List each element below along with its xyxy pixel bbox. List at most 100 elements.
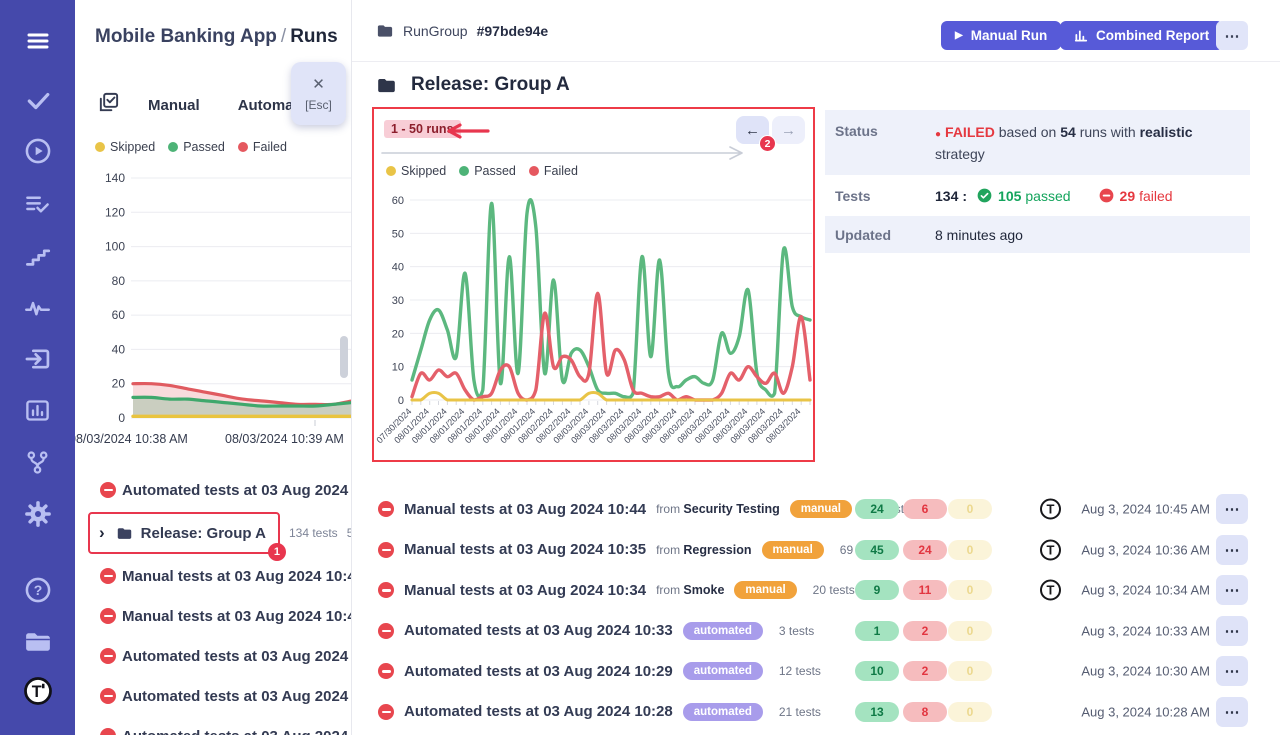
test-count: 12 tests [779,664,821,678]
row-more-button[interactable]: ⋯ [1216,697,1248,727]
run-title[interactable]: Automated tests at 03 Aug 2024 10 [122,688,352,705]
test-count: 3 tests [779,624,814,638]
manual-run-button[interactable]: ▶ Manual Run [941,21,1061,50]
passed-count-pill: 13 [855,702,899,722]
run-title[interactable]: Manual tests at 03 Aug 2024 10:35 [404,541,646,558]
close-icon[interactable]: ✕ [312,75,325,93]
run-title[interactable]: Automated tests at 03 Aug 2024 10 [122,648,352,665]
main-chart-legend: Skipped Passed Failed [386,164,578,178]
testomat-logo-icon: T [1040,580,1061,601]
project-name[interactable]: Mobile Banking App [95,26,277,47]
folder-icon [116,525,133,542]
row-more-button[interactable]: ⋯ [1216,616,1248,646]
annotation-box-1: › Release: Group A 1 [88,512,280,554]
tests-label: Tests [825,188,935,204]
passed-legend-dot [168,142,178,152]
group-runs-count: 54 r [347,526,352,540]
svg-text:20: 20 [392,328,404,340]
skipped-count-pill: 0 [948,621,992,641]
left-run-item[interactable]: Automated tests at 03 Aug 2024 10 [75,676,352,716]
folder-icon [376,22,394,40]
run-type-badge: automated [683,703,763,721]
testomat-logo-icon: T [1040,499,1061,520]
header-more-button[interactable]: ⋯ [1216,21,1248,50]
run-title[interactable]: Automated tests at 03 Aug 2024 10 [122,728,352,735]
run-timestamp: Aug 3, 2024 10:30 AM [1081,664,1210,679]
folder-icon[interactable] [23,627,53,657]
failed-count-pill: 2 [903,661,947,681]
left-panel-scrollbar[interactable] [340,336,348,378]
run-timestamp: Aug 3, 2024 10:33 AM [1081,623,1210,638]
run-title[interactable]: Automated tests at 03 Aug 2024 10:28 [404,703,673,720]
failed-status-icon [100,482,116,498]
run-timestamp: Aug 3, 2024 10:36 AM [1081,542,1210,557]
run-row[interactable]: Automated tests at 03 Aug 2024 10:29 aut… [372,651,1280,692]
svg-text:08/03/2024 10:39 AM: 08/03/2024 10:39 AM [225,432,344,446]
runs-tabs: Manual Automated [97,90,316,120]
legend-failed-label: Failed [544,164,578,178]
logo-icon[interactable]: T [23,676,53,706]
run-group-title[interactable]: Release: Group A [141,525,266,542]
row-more-button[interactable]: ⋯ [1216,575,1248,605]
steps-icon[interactable] [23,241,53,271]
passed-count-pill: 9 [855,580,899,600]
activity-icon[interactable] [23,292,53,322]
failed-minus-icon [1099,188,1114,203]
run-title[interactable]: Automated tests at 03 Aug 2024 10:33 [404,622,673,639]
menu-icon[interactable] [23,26,53,56]
next-page-button[interactable]: → [772,116,805,144]
run-title[interactable]: Automated tests at 03 Aug 2024 10:29 [404,663,673,680]
bar-chart-icon[interactable] [23,395,53,425]
updated-value: 8 minutes ago [935,227,1240,243]
left-run-group-release[interactable]: › Release: Group A 1 134 tests 54 r [75,510,352,556]
gear-icon[interactable] [23,499,53,529]
run-type-badge: manual [762,541,824,559]
run-row[interactable]: Manual tests at 03 Aug 2024 10:35 from R… [372,530,1280,571]
run-row[interactable]: Manual tests at 03 Aug 2024 10:44 from S… [372,489,1280,530]
run-title[interactable]: Manual tests at 03 Aug 2024 10:34 [404,582,646,599]
tab-manual[interactable]: Manual [148,97,200,114]
skipped-count-pill: 0 [948,580,992,600]
status-text: runs with [1080,124,1136,140]
sign-in-icon[interactable] [23,344,53,374]
row-more-button[interactable]: ⋯ [1216,656,1248,686]
combined-report-button[interactable]: Combined Report [1060,21,1223,50]
run-title[interactable]: Manual tests at 03 Aug 2024 10:42 [122,608,352,625]
run-filter-icon[interactable] [97,91,120,119]
row-more-button[interactable]: ⋯ [1216,494,1248,524]
left-run-item[interactable]: Automated tests at 03 Aug 2024 10 [75,470,352,510]
annotation-box-2-chart: 1 - 50 runs ← → 2 Skipped Passed Failed … [372,107,815,462]
run-title[interactable]: Manual tests at 03 Aug 2024 10:43 [122,568,352,585]
failed-dot-icon: ● [935,129,941,140]
failed-status-icon [100,648,116,664]
run-title[interactable]: Automated tests at 03 Aug 2024 10 [122,482,352,499]
failed-status-icon [100,568,116,584]
list-check-icon[interactable] [23,189,53,219]
testomat-logo-icon: T [1040,539,1061,560]
svg-text:40: 40 [112,342,126,356]
escape-key-label: [Esc] [305,98,332,112]
svg-text:0: 0 [118,411,125,425]
chevron-right-icon[interactable]: › [99,523,105,543]
branch-icon[interactable] [23,447,53,477]
skipped-count-pill: 0 [948,661,992,681]
run-row[interactable]: Manual tests at 03 Aug 2024 10:34 from S… [372,570,1280,611]
icon-sidebar: ? T [0,0,75,735]
status-runs-count: 54 [1060,124,1076,140]
run-title[interactable]: Manual tests at 03 Aug 2024 10:44 [404,501,646,518]
play-icon: ▶ [955,30,963,41]
folder-icon [376,75,397,96]
breadcrumb: Mobile Banking App/Runs [95,26,338,48]
svg-text:60: 60 [112,308,126,322]
row-more-button[interactable]: ⋯ [1216,535,1248,565]
left-run-item[interactable]: Manual tests at 03 Aug 2024 10:43 [75,556,352,596]
play-circle-icon[interactable] [23,136,53,166]
left-run-item[interactable]: Automated tests at 03 Aug 2024 10 [75,636,352,676]
run-row[interactable]: Automated tests at 03 Aug 2024 10:28 aut… [372,692,1280,733]
check-icon[interactable] [23,85,53,115]
left-run-item[interactable]: Manual tests at 03 Aug 2024 10:42 [75,596,352,636]
left-run-item[interactable]: Automated tests at 03 Aug 2024 10 [75,716,352,735]
run-row[interactable]: Automated tests at 03 Aug 2024 10:33 aut… [372,611,1280,652]
escape-overlay-button[interactable]: ✕ [Esc] [291,62,346,125]
help-icon[interactable]: ? [23,575,53,605]
